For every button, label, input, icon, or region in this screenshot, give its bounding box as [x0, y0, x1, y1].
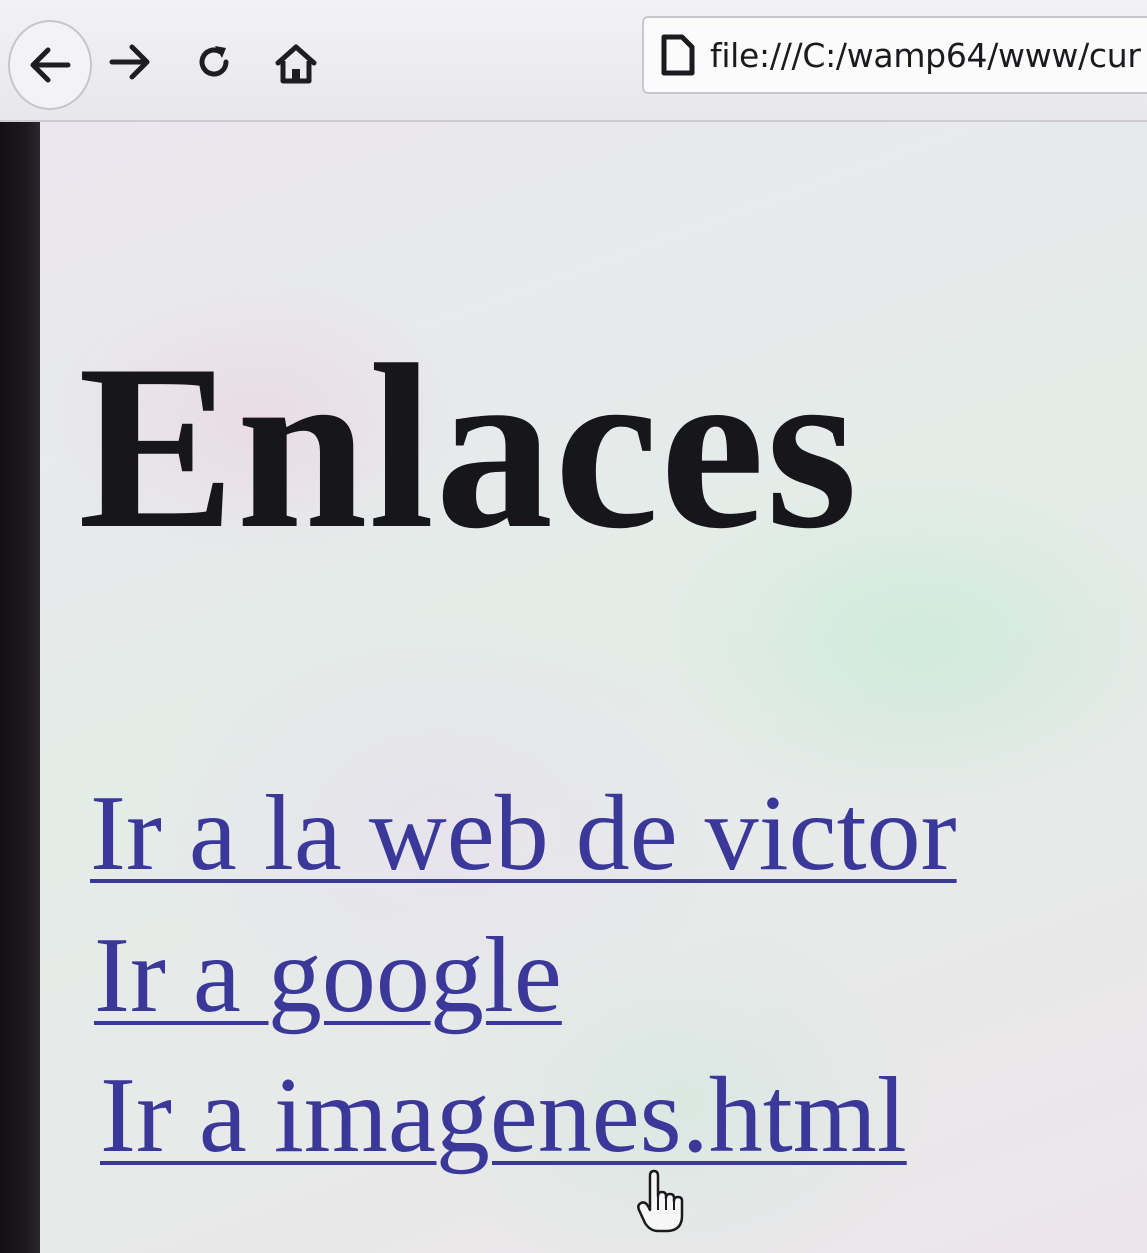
page-title: Enlaces [78, 317, 859, 578]
link-imagenes[interactable]: Ir a imagenes.html [100, 1062, 907, 1170]
arrow-left-icon [30, 47, 71, 83]
url-text: file:///C:/wamp64/www/cur [710, 35, 1141, 75]
home-button[interactable] [266, 34, 326, 94]
address-bar[interactable]: file:///C:/wamp64/www/cur [642, 16, 1147, 94]
link-web-victor[interactable]: Ir a la web de victor [90, 780, 957, 888]
page-icon [661, 34, 695, 76]
hand-pointer-icon [637, 1169, 684, 1233]
arrow-right-icon [109, 44, 150, 80]
reload-icon [199, 46, 229, 77]
browser-toolbar: file:///C:/wamp64/www/cur [0, 0, 1147, 122]
page-content: Enlaces Ir a la web de victor Ir a googl… [40, 122, 1147, 1253]
home-icon [275, 44, 317, 84]
reload-button[interactable] [186, 34, 242, 90]
monitor-bezel [0, 120, 40, 1253]
link-google[interactable]: Ir a google [94, 922, 562, 1030]
back-button[interactable] [8, 20, 92, 110]
forward-button[interactable] [102, 34, 158, 90]
